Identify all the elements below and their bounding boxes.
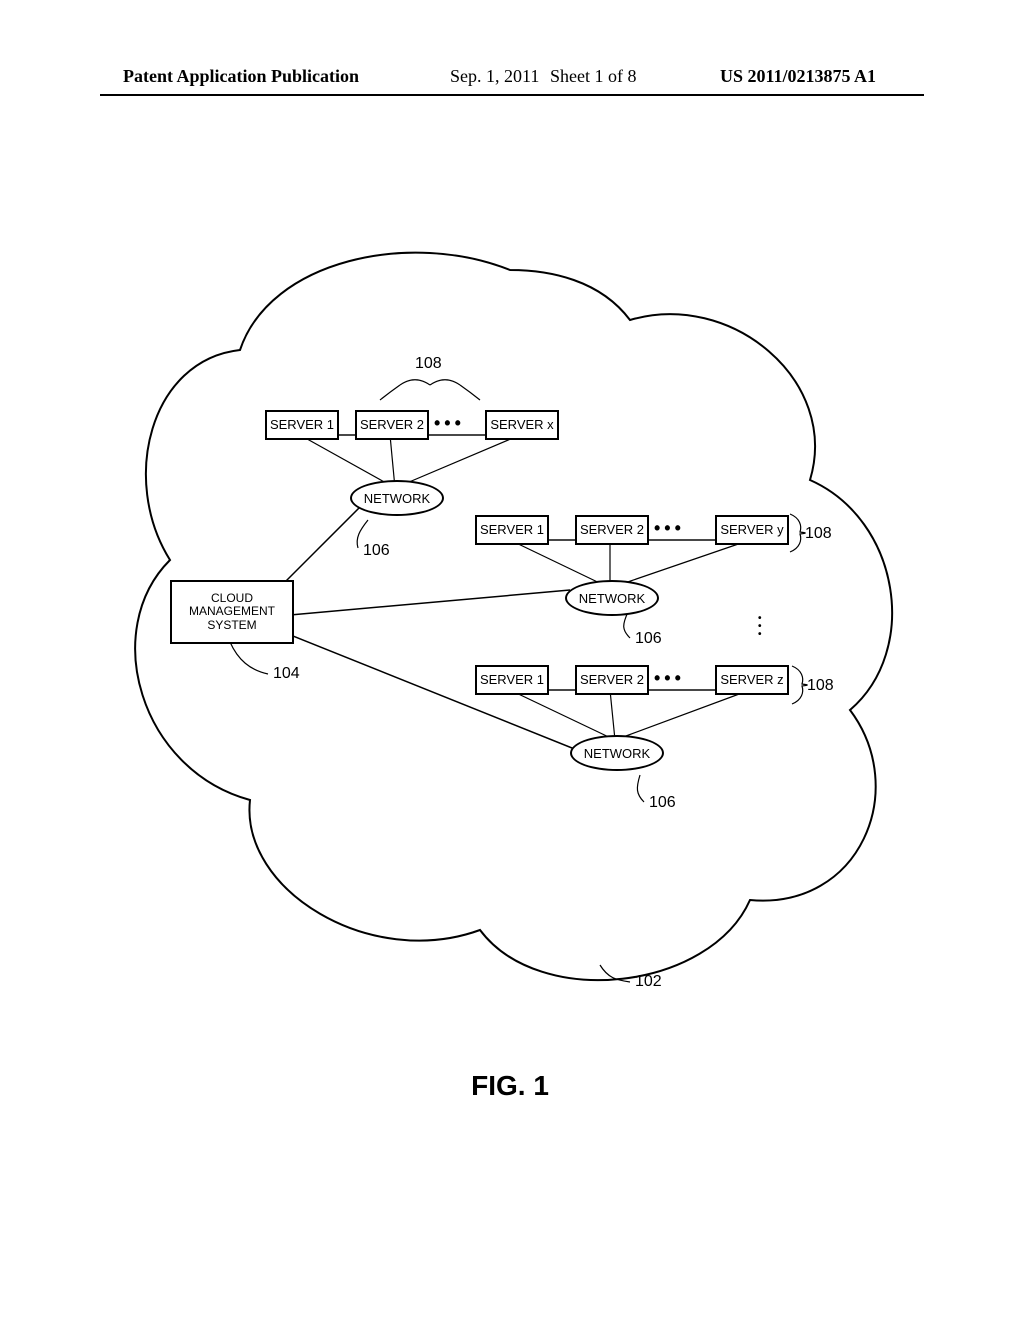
cloud-management-system-box: CLOUD MANAGEMENT SYSTEM [170, 580, 294, 644]
network-oval-1: NETWORK [350, 480, 444, 516]
servery-box-group2: SERVER y [715, 515, 789, 545]
ref-106-c: 106 [649, 794, 676, 812]
figure-area: SERVER 1 SERVER 2 ••• SERVER x NETWORK S… [110, 230, 910, 1130]
server2-box-group3: SERVER 2 [575, 665, 649, 695]
cms-line3: SYSTEM [207, 619, 256, 632]
header-sheet: Sheet 1 of 8 [550, 66, 636, 87]
network-oval-2: NETWORK [565, 580, 659, 616]
ref-106-b: 106 [635, 630, 662, 648]
server2-box-group2: SERVER 2 [575, 515, 649, 545]
serverx-box-group1: SERVER x [485, 410, 559, 440]
header-pub-number: US 2011/0213875 A1 [720, 66, 876, 87]
ellipsis-h-group1: ••• [434, 413, 465, 434]
network-oval-3: NETWORK [570, 735, 664, 771]
header-date: Sep. 1, 2011 [450, 66, 539, 87]
ellipsis-v-groups: ••• [758, 615, 762, 639]
server1-box-group2: SERVER 1 [475, 515, 549, 545]
server2-box-group1: SERVER 2 [355, 410, 429, 440]
server1-box-group3: SERVER 1 [475, 665, 549, 695]
ellipsis-h-group2: ••• [654, 518, 685, 539]
page: Patent Application Publication Sep. 1, 2… [0, 0, 1024, 1320]
server1-box-group1: SERVER 1 [265, 410, 339, 440]
ref-108-right-a: 108 [805, 525, 832, 543]
serverz-box-group3: SERVER z [715, 665, 789, 695]
header-publication-type: Patent Application Publication [123, 66, 359, 87]
ref-108-right-b: 108 [807, 677, 834, 695]
ref-104: 104 [273, 665, 300, 683]
ref-106-a: 106 [363, 542, 390, 560]
figure-caption: FIG. 1 [110, 1070, 910, 1102]
header-rule [100, 94, 924, 96]
ref-102: 102 [635, 973, 662, 991]
ellipsis-h-group3: ••• [654, 668, 685, 689]
ref-108-top: 108 [415, 355, 442, 373]
cms-line2: MANAGEMENT [189, 605, 275, 618]
